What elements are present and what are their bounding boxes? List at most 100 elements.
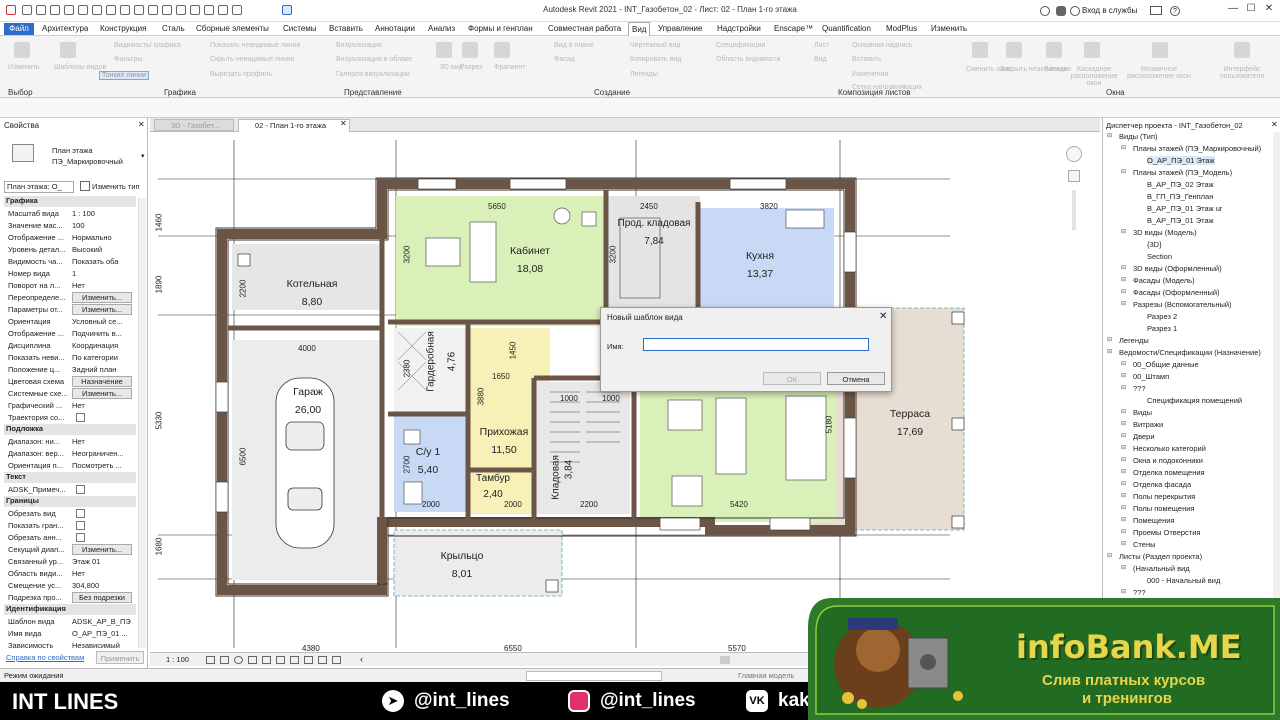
property-checkbox[interactable]	[76, 533, 85, 542]
ribbon-filters[interactable]: Фильтры	[114, 56, 143, 63]
property-checkbox[interactable]	[76, 413, 85, 422]
properties-scrollbar[interactable]	[138, 198, 146, 648]
horizontal-scrollbar[interactable]	[720, 656, 730, 664]
apply-button[interactable]: Применить	[96, 651, 144, 664]
browser-tree-item[interactable]: Виды (Тип)	[1119, 132, 1158, 141]
property-value[interactable]: Независимый	[72, 641, 132, 650]
tree-toggle-icon[interactable]: ⊟	[1107, 132, 1112, 139]
minimize-button[interactable]: —	[1226, 3, 1240, 17]
tree-toggle-icon[interactable]: ⊟	[1121, 300, 1126, 307]
template-name-input[interactable]	[643, 338, 869, 351]
tree-toggle-icon[interactable]: ⊟	[1121, 564, 1126, 571]
property-edit-button[interactable]: Без подрезки	[72, 592, 132, 603]
browser-tree-item[interactable]: Проемы Отверстия	[1133, 528, 1200, 537]
tree-toggle-icon[interactable]: ⊟	[1121, 540, 1126, 547]
sync-icon[interactable]	[50, 5, 60, 15]
workset-select[interactable]	[526, 671, 662, 681]
ribbon-schedules[interactable]: Спецификации	[716, 42, 765, 49]
redo-icon[interactable]	[78, 5, 88, 15]
property-value[interactable]: Нет	[72, 281, 132, 290]
property-edit-button[interactable]: Назначение	[72, 376, 132, 387]
ribbon-render-gallery[interactable]: Галерея визуализации	[336, 71, 410, 78]
tree-toggle-icon[interactable]: ⊟	[1121, 168, 1126, 175]
room-name[interactable]: Гардеробная	[426, 327, 437, 397]
browser-tree-item[interactable]: Планы этажей (ПЭ_Маркировочный)	[1133, 144, 1261, 153]
browser-tree-item[interactable]: Легенды	[1119, 336, 1149, 345]
browser-tree-item[interactable]: Отделка фасада	[1133, 480, 1191, 489]
browser-tree-item[interactable]: Отделка помещения	[1133, 468, 1205, 477]
room-name[interactable]: Крыльцо	[422, 550, 502, 562]
browser-tree-item[interactable]: {3D}	[1147, 240, 1162, 249]
property-value[interactable]: 100	[72, 221, 132, 230]
browser-tree-item[interactable]: В_ГП_ПЭ_Генплан	[1147, 192, 1213, 201]
close-icon[interactable]: ✕	[1271, 120, 1278, 129]
property-section[interactable]: Подложка	[4, 424, 136, 435]
browser-tree-item[interactable]: 00_Штамп	[1133, 372, 1169, 381]
hide-isolate-icon[interactable]	[304, 656, 313, 664]
browser-tree-item[interactable]: Разрезы (Вспомогательный)	[1133, 300, 1232, 309]
highlight-icon[interactable]	[282, 5, 292, 15]
property-value[interactable]: Координация	[72, 341, 132, 350]
edit-type-button[interactable]: Изменить тип	[92, 182, 140, 191]
tree-toggle-icon[interactable]: ⊟	[1121, 588, 1126, 595]
browser-tree-item[interactable]: Виды	[1133, 408, 1152, 417]
browser-tree-item[interactable]: В_АР_ПЭ_01 Этаж	[1147, 216, 1214, 225]
room-name[interactable]: Терраса	[870, 408, 950, 420]
browser-tree-item[interactable]: Витражи	[1133, 420, 1163, 429]
tab-view[interactable]: Вид	[628, 22, 651, 36]
property-checkbox[interactable]	[76, 485, 85, 494]
close-hidden-icon[interactable]	[204, 5, 214, 15]
zoom-icon[interactable]	[1068, 170, 1080, 182]
tab-steel[interactable]: Сталь	[162, 24, 185, 33]
ribbon-sheet[interactable]: Лист	[814, 42, 829, 49]
ribbon-insert[interactable]: Вставить	[852, 56, 882, 63]
browser-tree-item[interactable]: Фасады (Оформленный)	[1133, 288, 1220, 297]
room-name[interactable]: Гараж	[268, 386, 348, 398]
cancel-button[interactable]: Отмена	[827, 372, 885, 385]
browser-tree-item[interactable]: Ведомости/Спецификации (Назначение)	[1119, 348, 1261, 357]
browser-tree-item[interactable]: Полы перекрытия	[1133, 492, 1195, 501]
chevron-left-icon[interactable]: ‹	[360, 654, 363, 664]
close-icon[interactable]: ✕	[879, 311, 887, 322]
chevron-down-icon[interactable]: ▾	[141, 152, 145, 160]
ribbon-title-block[interactable]: Основная надпись	[852, 42, 913, 49]
browser-tree-item[interactable]: Спецификация помещений	[1147, 396, 1242, 405]
properties-help-link[interactable]: Справка по свойствам	[6, 653, 84, 662]
measure-icon[interactable]	[106, 5, 116, 15]
ribbon-render[interactable]: Визуализация	[336, 42, 382, 49]
tab-plan-first-floor[interactable]: 02 - План 1-го этажа	[238, 119, 350, 132]
dimension-icon[interactable]	[120, 5, 130, 15]
tab-structure[interactable]: Конструкция	[100, 24, 146, 33]
property-value[interactable]: 1	[72, 269, 132, 278]
switch-windows-icon[interactable]	[218, 5, 228, 15]
room-name[interactable]: Прод. кладовая	[612, 218, 696, 229]
browser-tree-item[interactable]: Стены	[1133, 540, 1155, 549]
ribbon-user-interface[interactable]: Интерфейс пользователя	[1212, 66, 1272, 80]
property-value[interactable]: Нет	[72, 401, 132, 410]
tab-massing-site[interactable]: Формы и генплан	[468, 24, 533, 33]
ribbon-show-hidden[interactable]: Показать невидимые линии	[210, 42, 300, 49]
maximize-button[interactable]: ☐	[1244, 3, 1258, 17]
browser-tree-item[interactable]: Двери	[1133, 432, 1155, 441]
ribbon-tile[interactable]: Мозаичное расположение окон	[1124, 66, 1194, 80]
design-option-label[interactable]: Главная модель	[738, 671, 794, 680]
tab-analyze[interactable]: Анализ	[428, 24, 455, 33]
close-icon[interactable]: ✕	[340, 119, 347, 128]
steering-wheel-icon[interactable]	[1066, 146, 1082, 162]
tree-toggle-icon[interactable]: ⊟	[1121, 492, 1126, 499]
user-icon[interactable]	[1070, 6, 1080, 16]
tab-precast[interactable]: Сборные элементы	[196, 24, 269, 33]
tree-toggle-icon[interactable]: ⊟	[1107, 552, 1112, 559]
sun-path-icon[interactable]	[234, 656, 243, 664]
ribbon-cascade[interactable]: Каскадное расположение окон	[1066, 66, 1122, 87]
ribbon-legends[interactable]: Легенды	[630, 71, 658, 78]
property-value[interactable]: Нет	[72, 437, 132, 446]
group-select[interactable]: Выбор	[8, 88, 33, 97]
lock-icon[interactable]	[290, 656, 299, 664]
ribbon-scope-box[interactable]: Область видимости	[716, 56, 780, 63]
browser-tree-item[interactable]: О_АР_ПЭ_01 Этаж	[1147, 156, 1215, 165]
ribbon-section[interactable]: Разрез	[460, 64, 482, 71]
tree-toggle-icon[interactable]: ⊟	[1121, 144, 1126, 151]
ribbon-render-cloud[interactable]: Визуализация в облаке	[336, 56, 412, 63]
property-value[interactable]: О_АР_ПЭ_01 ...	[72, 629, 132, 638]
